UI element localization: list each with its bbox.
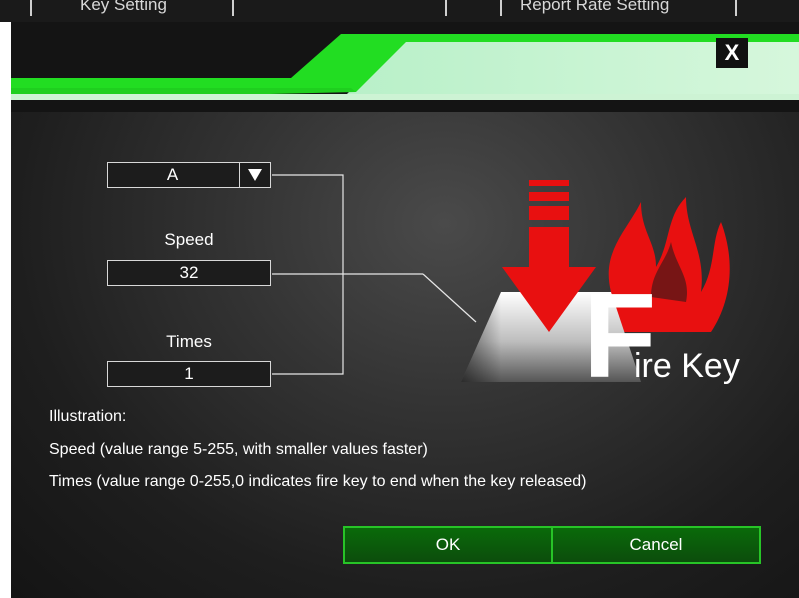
speed-label: Speed	[164, 230, 214, 249]
key-select-value: A	[166, 165, 179, 184]
key-select[interactable]: A	[107, 162, 271, 188]
ok-button[interactable]: OK	[343, 526, 553, 564]
fire-key-logo: F ire Key	[441, 172, 771, 403]
tab-separator	[30, 0, 32, 16]
tab-separator	[445, 0, 447, 16]
fire-key-logo-graphic: F ire Key	[461, 180, 740, 403]
tab-separator	[500, 0, 502, 16]
tab-report-rate-setting[interactable]: Report Rate Setting	[520, 0, 669, 16]
logo-text: ire Key	[634, 347, 740, 385]
illustration-line-speed: Speed (value range 5-255, with smaller v…	[49, 441, 428, 458]
speed-value: 32	[179, 263, 199, 282]
dropdown-arrow-icon[interactable]	[239, 163, 270, 187]
fire-key-dialog: X A Speed 32 Times 1 F ire Key Illustrat…	[11, 22, 799, 598]
times-value: 1	[184, 364, 194, 383]
illustration-line-times: Times (value range 0-255,0 indicates fir…	[49, 473, 587, 490]
illustration-heading: Illustration:	[49, 408, 127, 425]
tab-separator	[735, 0, 737, 16]
times-label: Times	[166, 332, 212, 351]
tab-separator	[232, 0, 234, 16]
cancel-button[interactable]: Cancel	[551, 526, 761, 564]
speed-input[interactable]: 32	[107, 260, 271, 286]
times-input[interactable]: 1	[107, 361, 271, 387]
tab-key-setting[interactable]: Key Setting	[80, 0, 167, 16]
background-tab-bar: Key Setting Report Rate Setting	[0, 0, 799, 22]
